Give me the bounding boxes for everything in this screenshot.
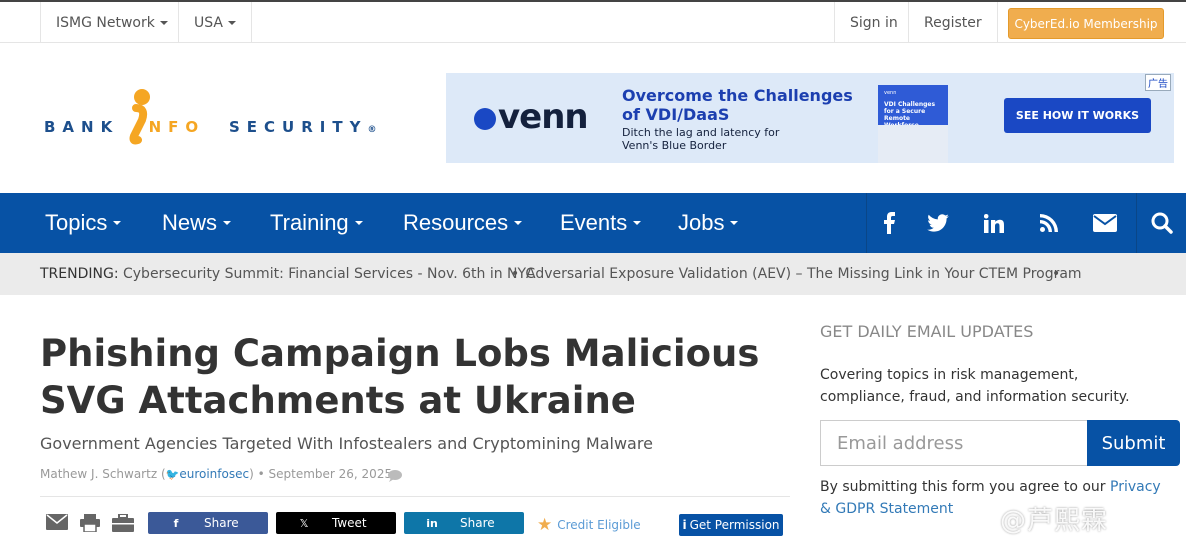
trending-item[interactable]: Adversarial Exposure Validation (AEV) – … [526, 266, 1082, 282]
linkedin-share-label: Share [460, 516, 495, 530]
x-share-label: Tweet [332, 516, 367, 530]
linkedin-share-button[interactable]: in Share [404, 512, 524, 534]
trending-separator: • [511, 266, 520, 282]
permission-label: Get Permission [689, 518, 780, 532]
ad-cta-button[interactable]: SEE HOW IT WORKS [1004, 98, 1151, 133]
article-date: • September 26, 2025 [257, 467, 393, 481]
author-name[interactable]: Mathew J. Schwartz [40, 467, 157, 481]
facebook-share-button[interactable]: f Share [148, 512, 268, 534]
trending-item[interactable]: Cybersecurity Summit: Financial Services… [123, 266, 535, 282]
star-icon: ★ [537, 515, 553, 535]
get-permission-button[interactable]: i Get Permission [679, 514, 783, 536]
chevron-down-icon [633, 221, 642, 225]
twitter-bird-icon: 🐦 [165, 468, 180, 481]
mail-icon[interactable] [1082, 193, 1128, 253]
chevron-down-icon [514, 221, 523, 225]
consent-text: By submitting this form you agree to our… [820, 479, 1161, 517]
logo-bank: BANK [44, 118, 120, 136]
nav-news[interactable]: News [162, 193, 232, 253]
region-dropdown[interactable]: USA [178, 2, 252, 43]
info-icon: i [682, 518, 687, 532]
logo-security: SECURITY® [229, 118, 377, 136]
ad-book-cover: venn VDI Challenges for a Secure Remote … [878, 85, 948, 163]
divider [40, 496, 790, 497]
rss-icon[interactable] [1027, 193, 1071, 253]
email-share-icon[interactable] [46, 514, 68, 530]
credit-eligible-link[interactable]: ★ Credit Eligible [537, 515, 641, 535]
comment-icon[interactable] [388, 470, 402, 482]
submit-button[interactable]: Submit [1087, 420, 1180, 466]
article-title: Phishing Campaign Lobs Malicious SVG Att… [40, 332, 760, 422]
network-dropdown[interactable]: ISMG Network [40, 2, 183, 43]
venn-logo: venn [474, 97, 589, 137]
chevron-down-icon [223, 221, 232, 225]
chevron-down-icon [113, 221, 122, 225]
trending-separator: • [1052, 266, 1061, 282]
register-link[interactable]: Register [908, 2, 998, 43]
region-label: USA [194, 14, 223, 31]
facebook-icon[interactable] [867, 193, 911, 253]
register-label: Register [924, 14, 982, 31]
ad-subtext: Ditch the lag and latency for Venn's Blu… [622, 126, 780, 152]
network-label: ISMG Network [56, 14, 155, 31]
twitter-handle-link[interactable]: 🐦euroinfosec [166, 467, 249, 481]
paren-close: ) [249, 467, 254, 481]
venn-logo-icon [474, 108, 496, 130]
credit-label: Credit Eligible [557, 518, 641, 532]
chevron-down-icon [227, 20, 236, 25]
search-icon[interactable] [1136, 193, 1186, 253]
chevron-down-icon [159, 20, 168, 25]
utility-bar: ISMG Network USA Sign in Register CyberE… [0, 0, 1186, 43]
print-icon[interactable] [80, 514, 100, 532]
book-brand: venn [884, 90, 897, 96]
x-icon: 𝕏 [299, 516, 309, 530]
article-subtitle: Government Agencies Targeted With Infost… [40, 434, 653, 453]
facebook-share-label: Share [204, 516, 239, 530]
nav-resources[interactable]: Resources [403, 193, 523, 253]
facebook-icon: f [173, 516, 179, 530]
main-nav: Topics News Training Resources Events Jo… [0, 193, 1186, 253]
advertisement-banner[interactable]: venn Overcome the Challenges of VDI/DaaS… [446, 73, 1174, 163]
article-byline: Mathew J. Schwartz (🐦euroinfosec) • Sept… [40, 467, 392, 481]
linkedin-icon: in [426, 516, 438, 530]
linkedin-icon[interactable] [971, 193, 1017, 253]
chevron-down-icon [354, 221, 363, 225]
newsletter-heading: GET DAILY EMAIL UPDATES [820, 322, 1034, 341]
book-photo [878, 125, 948, 163]
signin-label: Sign in [850, 14, 898, 31]
email-input[interactable]: Email address [820, 420, 1088, 466]
newsletter-description: Covering topics in risk management, comp… [820, 367, 1130, 405]
site-logo[interactable]: BANK INFO SECURITY® [44, 88, 394, 148]
chevron-down-icon [730, 221, 739, 225]
logo-info: INFO [136, 118, 206, 136]
trending-label: TRENDING: [40, 266, 119, 282]
signin-link[interactable]: Sign in [834, 2, 913, 43]
nav-training[interactable]: Training [270, 193, 363, 253]
x-share-button[interactable]: 𝕏 Tweet [276, 512, 396, 534]
nav-jobs[interactable]: Jobs [678, 193, 739, 253]
membership-button[interactable]: CyberEd.io Membership [1008, 8, 1164, 39]
watermark: @芦熙霖 [1000, 506, 1109, 536]
nav-events[interactable]: Events [560, 193, 642, 253]
trending-bar: TRENDING: Cybersecurity Summit: Financia… [0, 253, 1186, 295]
twitter-icon[interactable] [915, 193, 961, 253]
briefcase-icon[interactable] [112, 514, 134, 532]
ad-tag[interactable]: 广告 [1145, 74, 1171, 91]
nav-topics[interactable]: Topics [45, 193, 122, 253]
ad-headline: Overcome the Challenges of VDI/DaaS [622, 86, 853, 124]
twitter-handle: euroinfosec [179, 467, 250, 481]
